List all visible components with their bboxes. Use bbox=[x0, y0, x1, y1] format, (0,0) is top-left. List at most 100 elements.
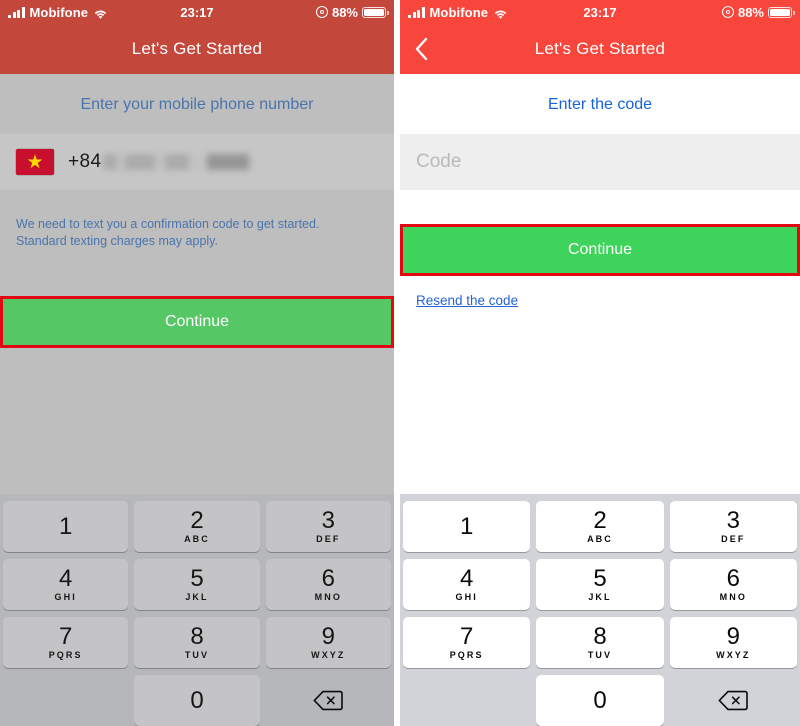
battery-percent-label: 88% bbox=[331, 4, 358, 20]
country-code-label: +84 bbox=[68, 151, 102, 172]
keypad-key-0[interactable]: 0 bbox=[536, 675, 664, 726]
keypad-key-digit: 8 bbox=[593, 623, 607, 650]
left-continue-wrap: Continue bbox=[0, 296, 394, 348]
status-bar-right: 88% bbox=[721, 5, 795, 20]
keypad-cell: 9 WXYZ bbox=[667, 614, 800, 671]
keypad-key-digit: 2 bbox=[593, 507, 607, 534]
keypad-key-digit: 1 bbox=[459, 512, 474, 540]
keypad-row: 1 2 ABC 3 DEF bbox=[400, 498, 800, 555]
keypad-key-digit: 7 bbox=[58, 623, 73, 650]
keypad-key-digit: 0 bbox=[593, 686, 607, 714]
status-bar-left: Mobifone bbox=[408, 5, 508, 20]
keypad-row: 1 2 ABC 3 DEF bbox=[0, 498, 394, 555]
keypad-key-8[interactable]: 8 TUV bbox=[536, 617, 664, 668]
keypad-key-2[interactable]: 2 ABC bbox=[134, 501, 260, 552]
keypad-cell: 6 MNO bbox=[263, 556, 394, 613]
phone-number-field[interactable]: ★ +84 bbox=[0, 134, 394, 190]
keypad-key-letters: WXYZ bbox=[716, 650, 751, 660]
note-line-1: We need to text you a confirmation code … bbox=[16, 217, 320, 231]
keypad-cell: 4 GHI bbox=[400, 556, 533, 613]
resend-code-link[interactable]: Resend the code bbox=[400, 293, 534, 308]
keypad-key-5[interactable]: 5 JKL bbox=[134, 559, 260, 610]
page-title: Let's Get Started bbox=[131, 39, 263, 58]
keypad-key-letters: GHI bbox=[455, 592, 478, 602]
keypad-key-digit: 6 bbox=[726, 565, 740, 592]
numeric-keypad[interactable]: 1 2 ABC 3 DEF 4 GHI 5 JKL 6 MNO 7 PQRS 8 TUV 9 WXYZ 0 bbox=[400, 494, 800, 726]
keypad-key-digit: 3 bbox=[321, 507, 335, 534]
flag-star: ★ bbox=[26, 151, 44, 173]
continue-button[interactable]: Continue bbox=[400, 224, 800, 276]
keypad-cell: 3 DEF bbox=[667, 498, 800, 555]
keypad-key-letters: PQRS bbox=[48, 650, 83, 660]
keypad-key-1[interactable]: 1 bbox=[403, 501, 531, 552]
keypad-key-digit: 4 bbox=[459, 565, 474, 592]
right-body: Enter the code Code Continue Resend the … bbox=[400, 74, 800, 726]
keypad-row: 7 PQRS 8 TUV 9 WXYZ bbox=[0, 614, 394, 671]
keypad-key-digit: 3 bbox=[726, 507, 740, 534]
keypad-cell bbox=[0, 672, 131, 726]
keypad-key-9[interactable]: 9 WXYZ bbox=[669, 617, 797, 668]
alarm-clock-icon bbox=[315, 6, 328, 18]
keypad-key-digit: 9 bbox=[726, 623, 740, 650]
keypad-key-digit: 4 bbox=[58, 565, 73, 592]
keypad-key-0[interactable]: 0 bbox=[134, 675, 260, 726]
keypad-key-1[interactable]: 1 bbox=[3, 501, 129, 552]
keypad-key-digit: 9 bbox=[321, 623, 335, 650]
keypad-key-6[interactable]: 6 MNO bbox=[265, 559, 391, 610]
backspace-delete-icon[interactable] bbox=[670, 675, 797, 726]
wifi-icon bbox=[493, 7, 508, 19]
keypad-key-9[interactable]: 9 WXYZ bbox=[265, 617, 391, 668]
keypad-key-digit: 5 bbox=[593, 565, 607, 592]
numeric-keypad[interactable]: 1 2 ABC 3 DEF 4 GHI 5 JKL 6 MNO 7 PQRS 8 TUV 9 WXYZ 0 bbox=[0, 494, 394, 726]
keypad-row: 0 bbox=[400, 672, 800, 726]
keypad-cell bbox=[263, 672, 394, 726]
keypad-key-digit: 1 bbox=[58, 512, 73, 540]
keypad-cell: 2 ABC bbox=[131, 498, 262, 555]
right-code-screen: Mobifone 23:17 88% Let's Get Started Ent… bbox=[400, 0, 800, 726]
keypad-key-letters: MNO bbox=[314, 592, 342, 602]
chevron-left-icon[interactable] bbox=[412, 36, 430, 62]
keypad-key-letters: DEF bbox=[316, 534, 341, 544]
carrier-label: Mobifone bbox=[429, 4, 489, 20]
status-bar-right: 88% bbox=[315, 4, 389, 20]
keypad-key-digit: 6 bbox=[321, 565, 335, 592]
carrier-label: Mobifone bbox=[29, 4, 89, 20]
keypad-cell: 1 bbox=[0, 498, 131, 555]
keypad-key-empty bbox=[403, 675, 530, 726]
keypad-cell: 1 bbox=[400, 498, 533, 555]
left-body: Enter your mobile phone number ★ +84 We … bbox=[0, 74, 394, 726]
keypad-cell: 9 WXYZ bbox=[263, 614, 394, 671]
screenshot-root: Mobifone 23:17 88% Let's Get Started Ent… bbox=[0, 0, 800, 726]
keypad-key-letters: ABC bbox=[184, 534, 210, 544]
keypad-key-6[interactable]: 6 MNO bbox=[669, 559, 797, 610]
code-input-field[interactable]: Code bbox=[400, 134, 800, 190]
keypad-cell: 0 bbox=[533, 672, 666, 726]
vietnam-flag-icon[interactable]: ★ bbox=[16, 149, 54, 175]
keypad-key-7[interactable]: 7 PQRS bbox=[403, 617, 531, 668]
right-heading: Enter the code bbox=[547, 96, 653, 113]
keypad-key-letters: PQRS bbox=[449, 650, 484, 660]
keypad-row: 4 GHI 5 JKL 6 MNO bbox=[0, 556, 394, 613]
alarm-clock-icon bbox=[721, 6, 734, 18]
keypad-key-2[interactable]: 2 ABC bbox=[536, 501, 664, 552]
keypad-key-digit: 7 bbox=[459, 623, 474, 650]
keypad-key-5[interactable]: 5 JKL bbox=[536, 559, 664, 610]
keypad-cell: 2 ABC bbox=[533, 498, 666, 555]
status-bar: Mobifone 23:17 88% bbox=[0, 0, 394, 24]
keypad-key-8[interactable]: 8 TUV bbox=[134, 617, 260, 668]
keypad-key-3[interactable]: 3 DEF bbox=[669, 501, 797, 552]
phone-number-value-blurred[interactable] bbox=[103, 154, 254, 170]
continue-button[interactable]: Continue bbox=[0, 296, 394, 348]
keypad-cell: 0 bbox=[131, 672, 262, 726]
keypad-key-4[interactable]: 4 GHI bbox=[403, 559, 531, 610]
battery-icon bbox=[362, 6, 389, 18]
keypad-key-7[interactable]: 7 PQRS bbox=[3, 617, 129, 668]
keypad-key-3[interactable]: 3 DEF bbox=[265, 501, 391, 552]
keypad-cell: 8 TUV bbox=[533, 614, 666, 671]
backspace-delete-icon[interactable] bbox=[266, 675, 391, 726]
keypad-cell: 8 TUV bbox=[131, 614, 262, 671]
signal-bars-icon bbox=[8, 6, 25, 18]
resend-wrap: Resend the code bbox=[400, 292, 800, 310]
keypad-key-4[interactable]: 4 GHI bbox=[3, 559, 129, 610]
left-heading: Enter your mobile phone number bbox=[80, 96, 314, 113]
